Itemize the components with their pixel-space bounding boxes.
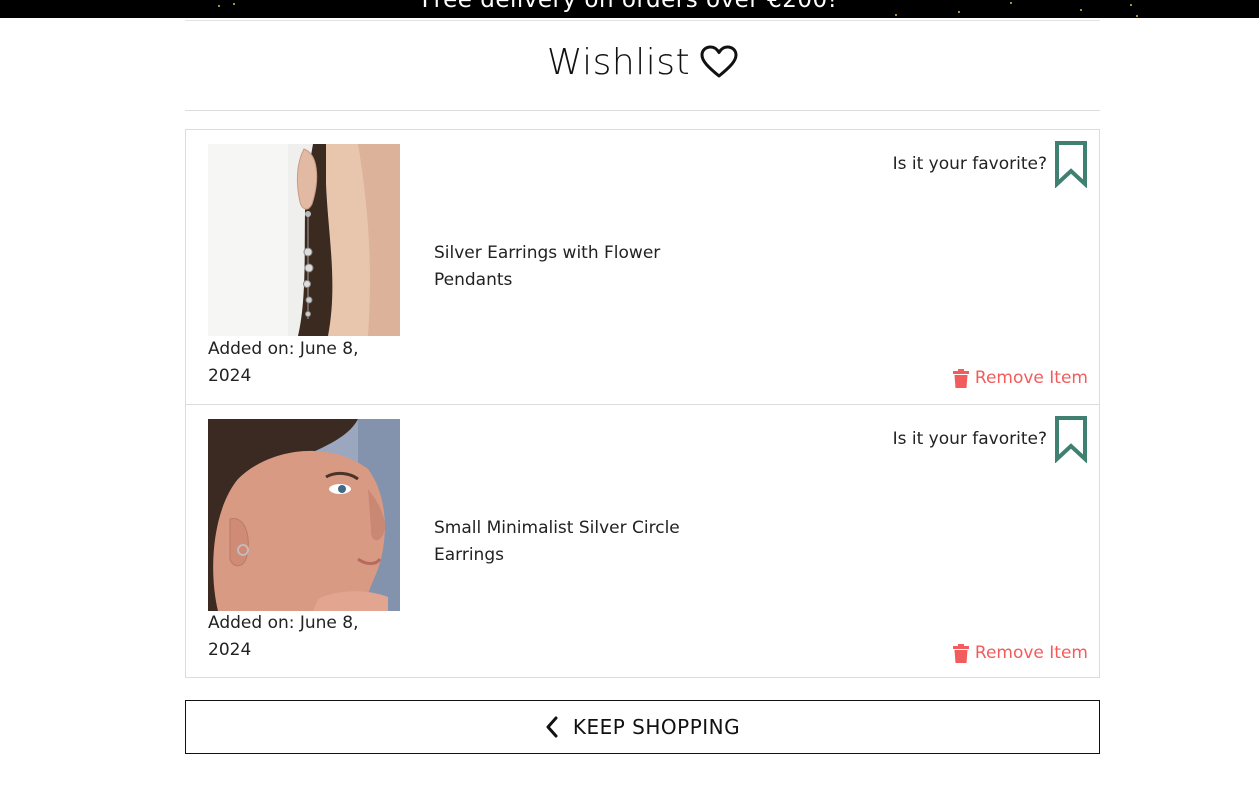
heart-outline-icon	[700, 45, 738, 78]
product-image-photo	[208, 144, 400, 336]
remove-item-label: Remove Item	[974, 643, 1088, 663]
remove-item-button[interactable]: Remove Item	[952, 643, 1088, 663]
favorite-toggle: Is it your favorite?	[893, 140, 1089, 188]
product-image-photo	[208, 419, 400, 611]
title-divider	[185, 110, 1100, 111]
remove-item-label: Remove Item	[974, 368, 1088, 388]
wishlist-item: Small Minimalist Silver Circle Earrings …	[186, 404, 1099, 678]
page-title: Wishlist	[185, 38, 1100, 86]
favorite-toggle: Is it your favorite?	[893, 415, 1089, 463]
keep-shopping-label: KEEP SHOPPING	[572, 715, 741, 739]
added-date: Added on: June 8, 2024	[208, 339, 359, 386]
trash-icon	[952, 368, 969, 388]
keep-shopping-button[interactable]: KEEP SHOPPING	[185, 700, 1100, 754]
added-date: Added on: June 8, 2024	[208, 613, 359, 660]
header-divider	[185, 20, 1100, 21]
remove-item-button[interactable]: Remove Item	[952, 368, 1088, 388]
page-title-text: Wishlist	[546, 41, 691, 83]
promo-banner: Free delivery on orders over €200!	[0, 0, 1259, 18]
product-image[interactable]	[208, 144, 400, 336]
bookmark-outline-icon[interactable]	[1053, 140, 1089, 188]
trash-icon	[952, 643, 969, 663]
product-image[interactable]	[208, 419, 400, 611]
chevron-left-icon	[546, 716, 558, 738]
promo-banner-text: Free delivery on orders over €200!	[421, 0, 838, 13]
bookmark-outline-icon[interactable]	[1053, 415, 1089, 463]
product-name[interactable]: Small Minimalist Silver Circle Earrings	[434, 515, 704, 569]
favorite-question: Is it your favorite?	[892, 429, 1047, 449]
wishlist-list: Silver Earrings with Flower Pendants Add…	[185, 129, 1100, 678]
product-name[interactable]: Silver Earrings with Flower Pendants	[434, 240, 704, 294]
favorite-question: Is it your favorite?	[892, 154, 1047, 174]
wishlist-item: Silver Earrings with Flower Pendants Add…	[186, 130, 1099, 404]
